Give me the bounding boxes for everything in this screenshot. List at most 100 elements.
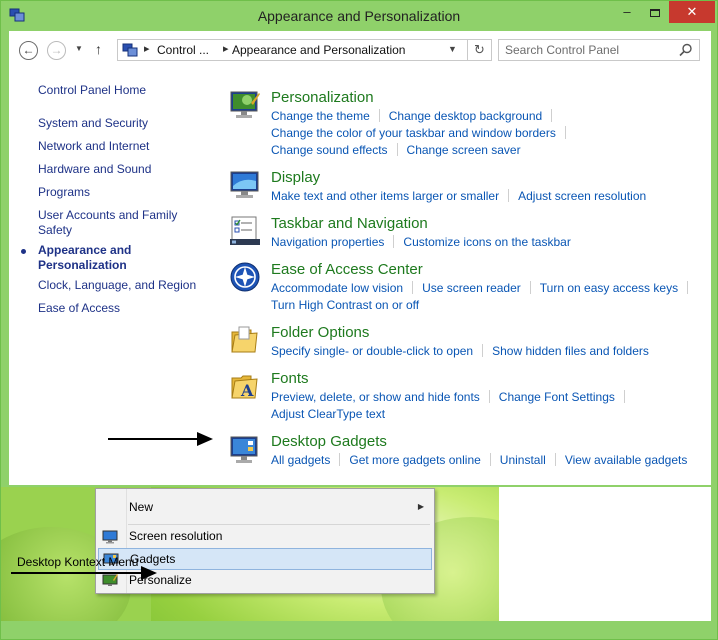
breadcrumb-appearance[interactable]: Appearance and Personalization [232, 43, 405, 57]
link-change-screen-saver[interactable]: Change screen saver [407, 143, 521, 157]
annotation-arrow-line [108, 438, 200, 440]
link-change-desktop-background[interactable]: Change desktop background [389, 109, 542, 123]
separator [378, 109, 380, 122]
menu-item-new[interactable]: New ▶ [98, 497, 432, 519]
up-button[interactable]: ↑ [95, 41, 102, 57]
separator [412, 281, 414, 294]
separator [554, 453, 556, 466]
link-accommodate-low-vision[interactable]: Accommodate low vision [271, 281, 403, 295]
separator [489, 453, 491, 466]
separator [393, 235, 395, 248]
svg-text:A: A [240, 381, 254, 400]
breadcrumb-separator-icon[interactable]: ▸ [223, 42, 229, 55]
link-make-text-larger[interactable]: Make text and other items larger or smal… [271, 189, 499, 203]
sidebar-item-control-panel-home[interactable]: Control Panel Home [38, 83, 198, 98]
link-change-taskbar-color[interactable]: Change the color of your taskbar and win… [271, 126, 556, 140]
refresh-icon: ↻ [474, 42, 485, 57]
link-high-contrast[interactable]: Turn High Contrast on or off [271, 298, 419, 312]
sidebar-item-network-internet[interactable]: Network and Internet [38, 139, 198, 154]
link-view-available-gadgets[interactable]: View available gadgets [565, 453, 688, 467]
category-title-personalization[interactable]: Personalization [271, 89, 374, 107]
category-title-desktop-gadgets[interactable]: Desktop Gadgets [271, 433, 387, 451]
title-bar[interactable]: Appearance and Personalization – ✕ [1, 1, 717, 31]
forward-arrow-icon: → [50, 43, 63, 57]
link-adjust-cleartype[interactable]: Adjust ClearType text [271, 407, 385, 421]
control-panel-window: Appearance and Personalization – ✕ ← → ▼… [0, 0, 718, 640]
sidebar-item-clock-language[interactable]: Clock, Language, and Region [38, 278, 198, 293]
link-adjust-screen-resolution[interactable]: Adjust screen resolution [518, 189, 646, 203]
category-title-taskbar[interactable]: Taskbar and Navigation [271, 215, 428, 233]
menu-item-label: New [129, 500, 154, 514]
client-area: ← → ▼ ↑ ▸ Control ... ▸ Appearance and P… [9, 31, 711, 485]
separator [508, 189, 510, 202]
address-bar[interactable]: ▸ Control ... ▸ Appearance and Personali… [117, 39, 492, 61]
search-box[interactable] [498, 39, 700, 61]
search-input[interactable] [505, 43, 675, 57]
blank-area [499, 487, 711, 621]
fonts-icon[interactable]: A [229, 370, 261, 402]
sidebar-item-ease-of-access[interactable]: Ease of Access [38, 301, 198, 316]
search-icon[interactable] [679, 43, 693, 57]
link-row: All gadgets Get more gadgets online Uninst… [271, 453, 687, 468]
sidebar-item-user-accounts[interactable]: User Accounts and Family Safety [38, 208, 188, 238]
refresh-button[interactable]: ↻ [467, 40, 491, 60]
link-show-hidden-files[interactable]: Show hidden files and folders [492, 344, 649, 358]
back-button[interactable]: ← [19, 41, 38, 60]
link-customize-taskbar-icons[interactable]: Customize icons on the taskbar [403, 235, 570, 249]
sidebar-item-programs[interactable]: Programs [38, 185, 198, 200]
link-change-theme[interactable]: Change the theme [271, 109, 370, 123]
link-turn-on-easy-access-keys[interactable]: Turn on easy access keys [540, 281, 678, 295]
link-row: Change the theme Change desktop backgroun… [271, 109, 561, 124]
sidebar-item-appearance[interactable]: Appearance and Personalization [38, 243, 148, 273]
menu-item-label: Personalize [129, 573, 192, 587]
breadcrumb-separator-icon[interactable]: ▸ [144, 42, 150, 55]
link-row: Accommodate low vision Use screen reader T… [271, 281, 697, 296]
separator [687, 281, 689, 294]
sidebar-item-hardware-sound[interactable]: Hardware and Sound [38, 162, 198, 177]
link-preview-fonts[interactable]: Preview, delete, or show and hide fonts [271, 390, 480, 404]
address-dropdown-icon[interactable]: ▼ [448, 44, 457, 54]
category-title-folder-options[interactable]: Folder Options [271, 324, 369, 342]
display-icon[interactable] [229, 169, 261, 201]
link-use-screen-reader[interactable]: Use screen reader [422, 281, 521, 295]
recent-locations-dropdown[interactable]: ▼ [75, 44, 83, 53]
forward-button[interactable]: → [47, 41, 66, 60]
breadcrumb-control-panel[interactable]: Control ... [157, 43, 209, 57]
maximize-icon [650, 8, 660, 17]
taskbar-icon[interactable] [229, 215, 261, 247]
separator [339, 453, 341, 466]
link-change-sound-effects[interactable]: Change sound effects [271, 143, 388, 157]
link-uninstall[interactable]: Uninstall [500, 453, 546, 467]
menu-item-label: Screen resolution [129, 529, 223, 543]
maximize-button[interactable] [641, 1, 669, 23]
category-title-fonts[interactable]: Fonts [271, 370, 309, 388]
submenu-arrow-icon: ▶ [417, 502, 424, 511]
separator [396, 143, 398, 156]
control-panel-icon [122, 43, 138, 57]
category-title-display[interactable]: Display [271, 169, 320, 187]
link-single-double-click[interactable]: Specify single- or double-click to open [271, 344, 473, 358]
link-change-font-settings[interactable]: Change Font Settings [499, 390, 615, 404]
link-row: Make text and other items larger or smal… [271, 189, 646, 204]
gadgets-icon[interactable] [229, 433, 261, 465]
link-row: Change sound effects Change screen saver [271, 143, 521, 158]
category-title-ease-of-access[interactable]: Ease of Access Center [271, 261, 423, 279]
link-navigation-properties[interactable]: Navigation properties [271, 235, 384, 249]
arrow-head-icon [141, 566, 157, 580]
link-all-gadgets[interactable]: All gadgets [271, 453, 330, 467]
separator [482, 344, 484, 357]
monitor-icon [102, 530, 118, 544]
sidebar-item-system-security[interactable]: System and Security [38, 116, 198, 131]
close-button[interactable]: ✕ [669, 1, 715, 23]
link-row: Navigation properties Customize icons on … [271, 235, 571, 250]
personalization-icon[interactable] [229, 89, 261, 121]
separator [623, 390, 625, 403]
ease-of-access-icon[interactable] [229, 261, 261, 293]
folder-icon[interactable] [229, 324, 261, 356]
minimize-button[interactable]: – [613, 1, 641, 23]
annotation-label: Desktop Kontext Menu [17, 555, 139, 569]
menu-item-screen-resolution[interactable]: Screen resolution [98, 526, 432, 548]
link-get-more-gadgets[interactable]: Get more gadgets online [349, 453, 480, 467]
menu-divider [128, 524, 430, 525]
separator [551, 109, 553, 122]
